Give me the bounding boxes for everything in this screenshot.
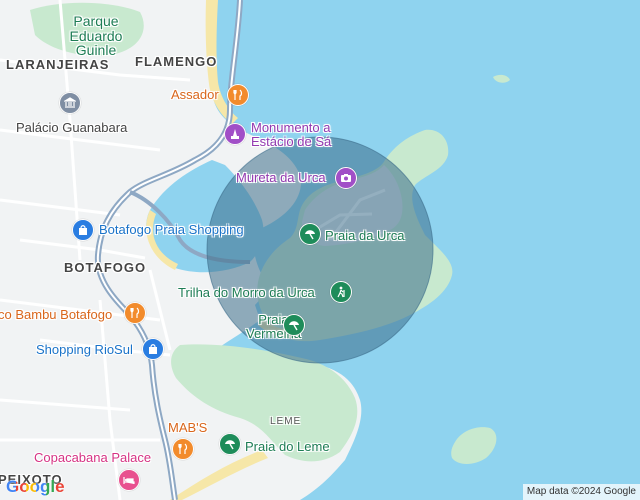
map-base-layer [0,0,640,500]
park-label-line-1: Parque [73,13,119,29]
monument-icon [229,128,241,140]
place-pin-mabs[interactable] [172,438,194,460]
area-label-flamengo: FLAMENGO [135,54,218,69]
place-label-trilha-morro-da-urca[interactable]: Trilha do Morro da Urca [178,286,315,300]
park-label-eduardo-guinle: Parque Eduardo Guinle [58,14,134,58]
place-pin-praia-da-urca[interactable] [299,223,321,245]
place-pin-trilha-morro-da-urca[interactable] [330,281,352,303]
camera-icon [340,172,352,184]
place-label-monumento[interactable]: Monumento a Estácio de Sá [251,121,331,148]
map-canvas[interactable]: LARANJEIRAS FLAMENGO BOTAFOGO LEME PEIXO… [0,0,640,500]
place-label-shopping-riosul[interactable]: Shopping RioSul [36,343,133,357]
place-pin-praia-do-leme[interactable] [219,433,241,455]
beach-umbrella-icon [304,228,316,240]
restaurant-icon [129,307,141,319]
place-pin-botafogo-praia-shopping[interactable] [72,219,94,241]
place-label-mureta-da-urca[interactable]: Mureta da Urca [236,171,326,185]
landmark-icon [64,97,76,109]
restaurant-icon [232,89,244,101]
place-pin-palacio-guanabara[interactable] [59,92,81,114]
place-pin-coco-bambu[interactable] [124,302,146,324]
place-label-monumento-line-2: Estácio de Sá [251,133,332,149]
beach-umbrella-icon [224,438,236,450]
place-label-coco-bambu[interactable]: co Bambu Botafogo [0,308,112,322]
place-pin-copacabana-palace[interactable] [118,469,140,491]
google-logo-text: Google [6,477,65,496]
place-pin-praia-vermelha[interactable] [283,314,305,336]
shopping-bag-icon [147,343,159,355]
place-label-mabs[interactable]: MAB'S [168,421,207,435]
map-attribution: Map data ©2024 Google [522,484,640,500]
hiking-icon [335,286,347,298]
beach-umbrella-icon [288,319,300,331]
park-label-line-3: Guinle [75,42,117,59]
place-label-assador[interactable]: Assador [171,88,219,102]
area-label-leme: LEME [270,416,302,427]
place-label-copacabana-palace[interactable]: Copacabana Palace [34,451,151,465]
google-logo: Google [6,477,65,497]
restaurant-icon [177,443,189,455]
area-label-laranjeiras: LARANJEIRAS [6,57,110,72]
place-label-botafogo-praia-shopping[interactable]: Botafogo Praia Shopping [99,223,244,237]
place-label-praia-do-leme[interactable]: Praia do Leme [245,440,330,454]
place-pin-assador[interactable] [227,84,249,106]
place-label-palacio-guanabara[interactable]: Palácio Guanabara [16,121,127,135]
place-label-praia-da-urca[interactable]: Praia da Urca [325,229,404,243]
place-pin-monumento[interactable] [224,123,246,145]
place-pin-mureta-da-urca[interactable] [335,167,357,189]
place-pin-shopping-riosul[interactable] [142,338,164,360]
area-label-botafogo: BOTAFOGO [64,260,147,275]
hotel-icon [123,474,135,486]
place-label-monumento-line-1: Monumento a [251,120,331,135]
shopping-bag-icon [77,224,89,236]
